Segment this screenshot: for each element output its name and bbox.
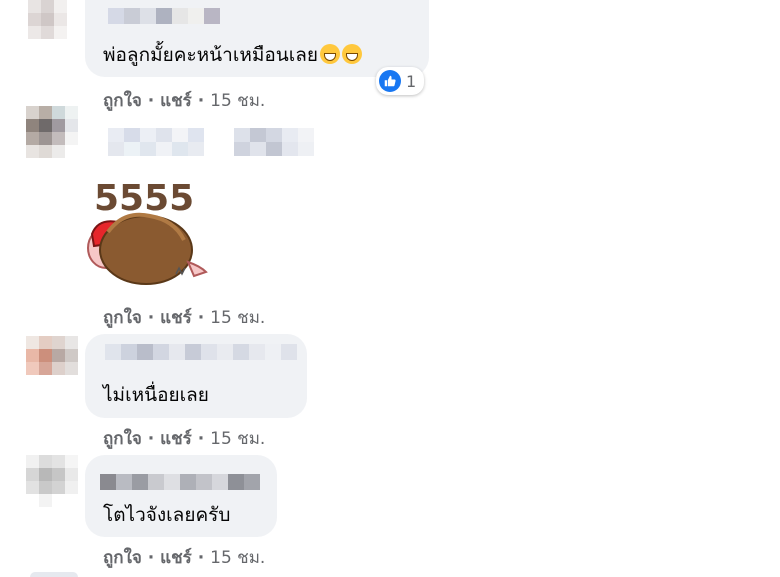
like-button[interactable]: ถูกใจ [103, 429, 142, 449]
separator: · [197, 308, 205, 328]
separator: · [147, 429, 155, 449]
comment-actions: ถูกใจ · แชร์ · 15 ชม. [103, 87, 265, 114]
like-icon [379, 70, 401, 92]
timestamp[interactable]: 15 ชม. [210, 548, 265, 568]
avatar[interactable] [26, 106, 78, 158]
timestamp[interactable]: 15 ชม. [210, 308, 265, 328]
commenter-name[interactable] [105, 344, 297, 360]
comment-actions: ถูกใจ · แชร์ · 15 ชม. [103, 304, 265, 331]
separator: · [147, 91, 155, 111]
comment-actions: ถูกใจ · แชร์ · 15 ชม. [103, 425, 265, 452]
avatar[interactable] [26, 336, 78, 388]
separator: · [197, 548, 205, 568]
comment-actions: ถูกใจ · แชร์ · 15 ชม. [103, 544, 265, 571]
separator: · [147, 308, 155, 328]
avatar[interactable] [26, 455, 78, 507]
avatar[interactable] [30, 572, 78, 577]
separator: · [197, 429, 205, 449]
separator: · [197, 91, 205, 111]
avatar[interactable] [28, 0, 80, 52]
comment-text: พ่อลูกมั้ยคะหน้าเหมือนเลย [103, 40, 363, 70]
comment-text: โตไวจังเลยครับ [103, 504, 231, 526]
share-button[interactable]: แชร์ [160, 548, 192, 568]
commenter-name[interactable] [108, 8, 220, 24]
share-button[interactable]: แชร์ [160, 308, 192, 328]
separator: · [147, 548, 155, 568]
comment-text: ไม่เหนื่อยเลย [103, 384, 209, 406]
timestamp[interactable]: 15 ชม. [210, 429, 265, 449]
share-button[interactable]: แชร์ [160, 429, 192, 449]
reaction-count: 1 [406, 71, 417, 91]
commenter-name[interactable] [100, 474, 260, 490]
laughing-character-sticker[interactable]: 5555 [84, 170, 214, 290]
grinning-sweat-emoji [320, 44, 341, 64]
timestamp[interactable]: 15 ชม. [210, 91, 265, 111]
like-button[interactable]: ถูกใจ [103, 91, 142, 111]
sticker-text: 5555 [94, 178, 194, 219]
share-button[interactable]: แชร์ [160, 91, 192, 111]
commenter-name [108, 142, 314, 156]
reaction-summary[interactable]: 1 [376, 67, 425, 95]
like-button[interactable]: ถูกใจ [103, 308, 142, 328]
grinning-sweat-emoji [342, 44, 363, 64]
like-button[interactable]: ถูกใจ [103, 548, 142, 568]
